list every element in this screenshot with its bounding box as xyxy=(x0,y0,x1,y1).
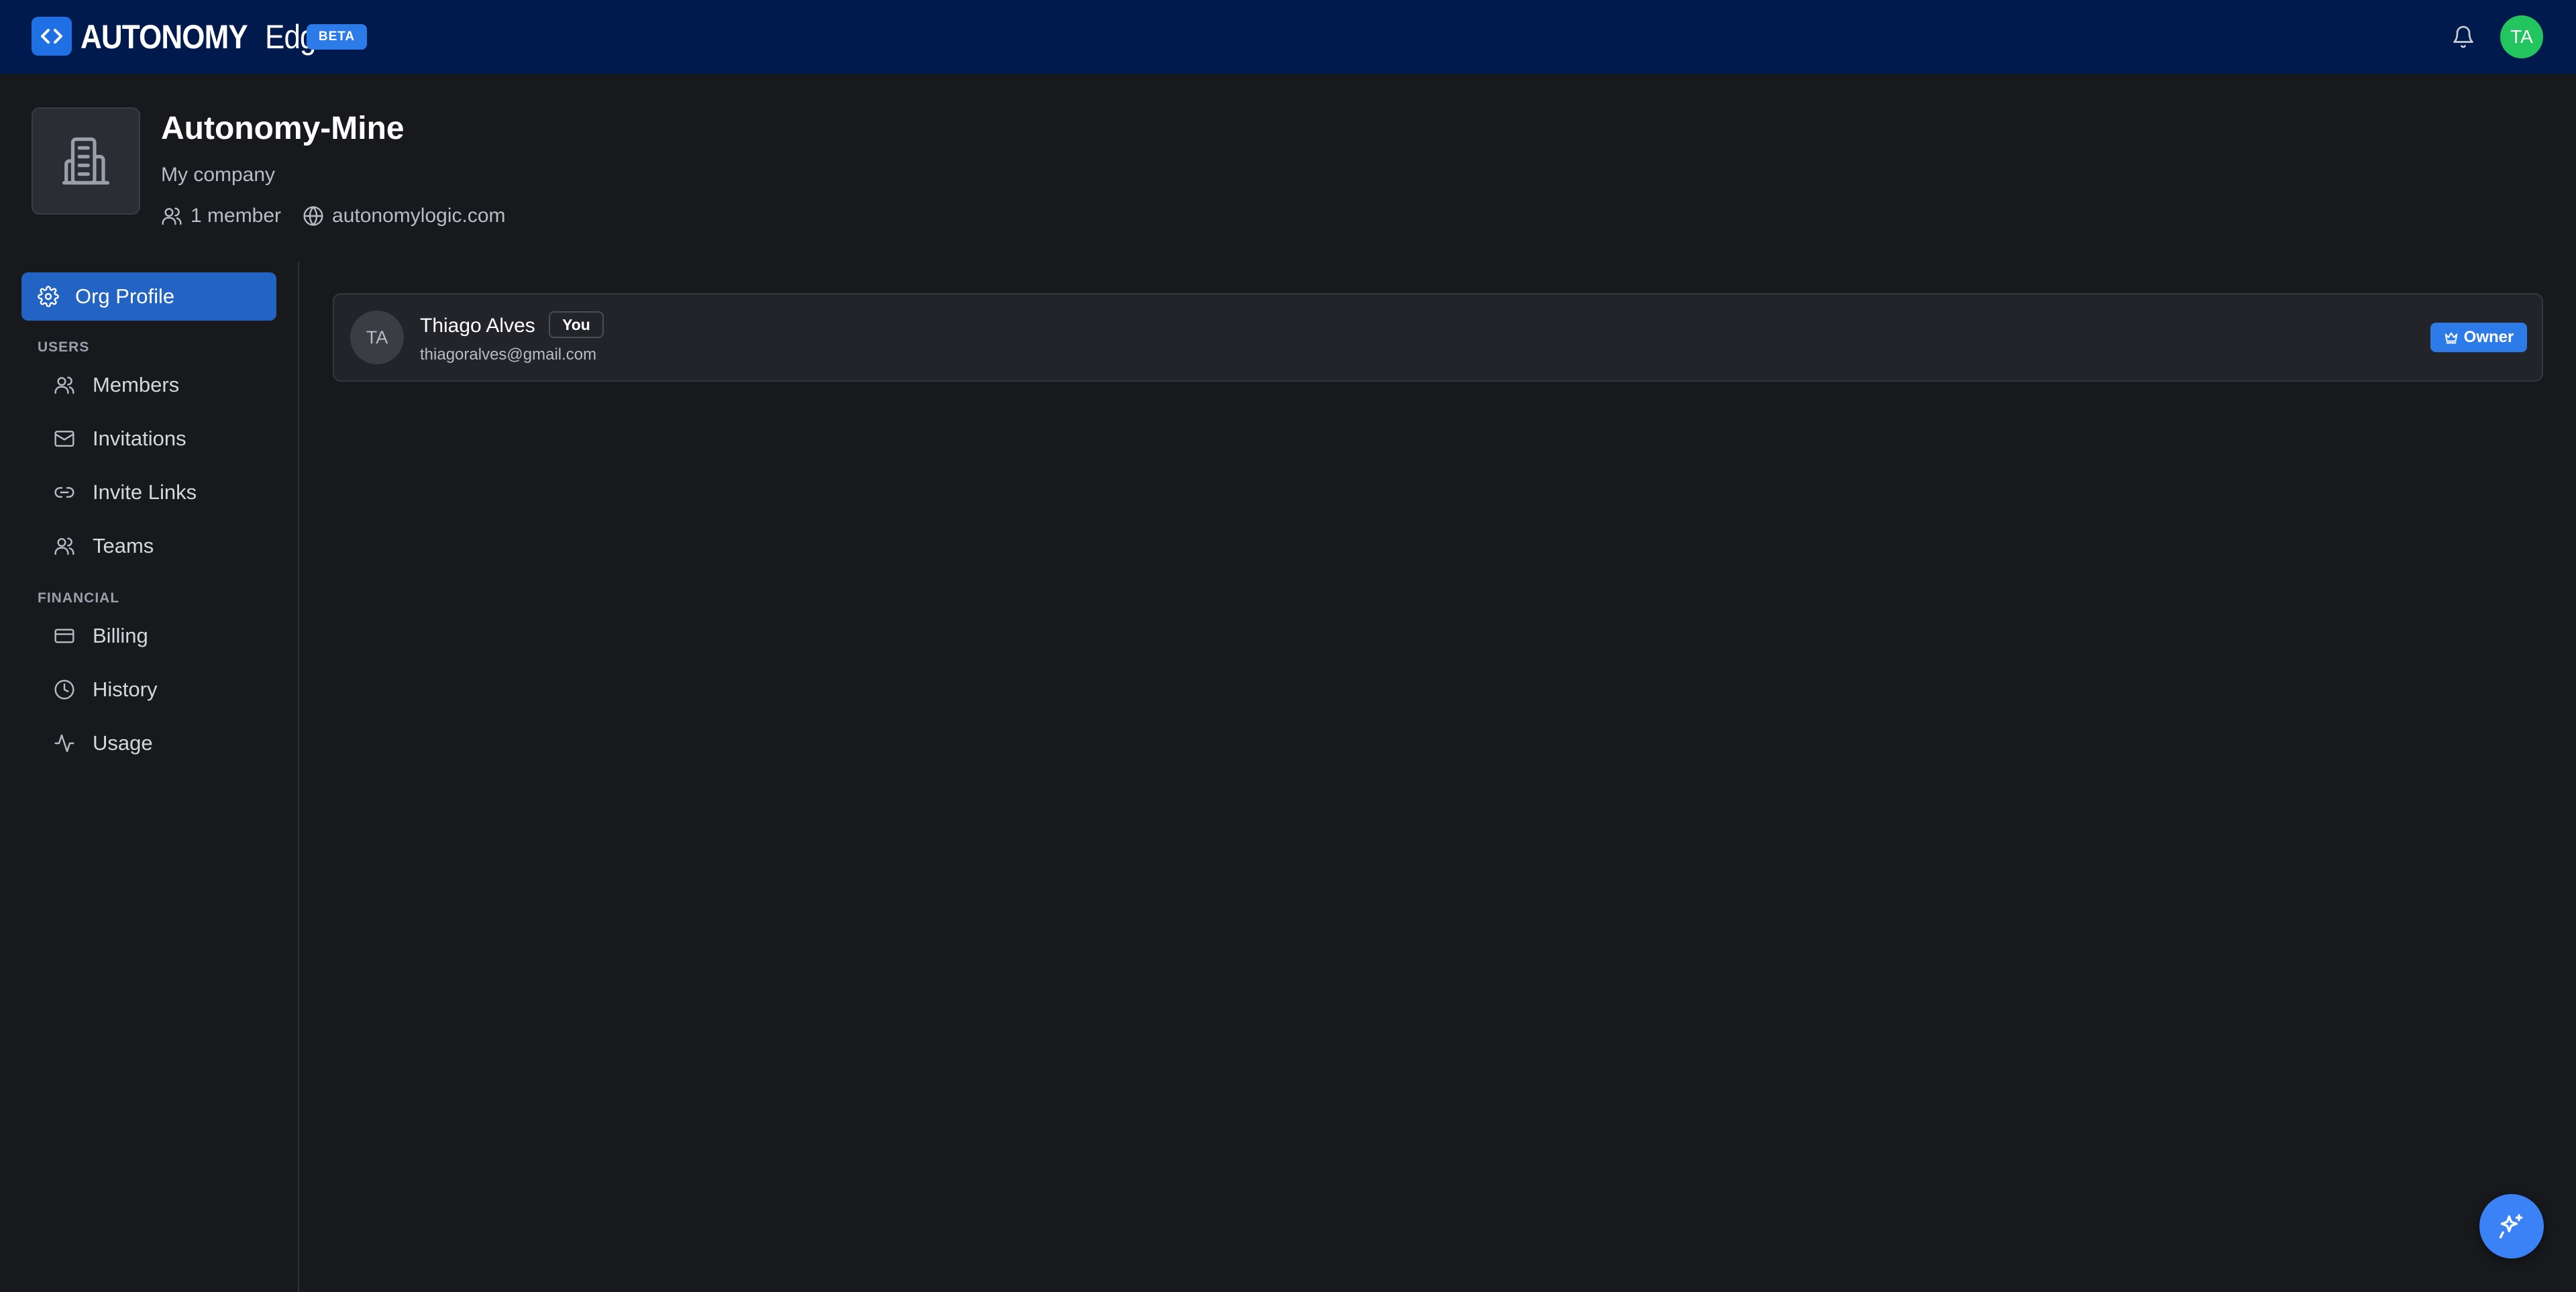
org-name: Autonomy-Mine xyxy=(161,111,405,146)
member-count: 1 member xyxy=(161,205,281,227)
sidebar-item-teams[interactable]: Teams xyxy=(54,527,282,565)
role-label: Owner xyxy=(2463,328,2514,346)
member-email: thiagoralves@gmail.com xyxy=(420,345,597,364)
section-label-users: USERS xyxy=(38,339,90,355)
settings-sidebar: Org Profile USERS Members Invitations In… xyxy=(0,262,299,1292)
sidebar-item-label: Org Profile xyxy=(75,284,175,308)
building-icon xyxy=(62,137,110,185)
beta-badge: BETA xyxy=(307,24,367,50)
credit-card-icon xyxy=(54,629,74,643)
clock-icon xyxy=(54,680,74,700)
top-bar: AUTONOMY Edge BETA TA xyxy=(0,0,2576,74)
sidebar-item-label: Billing xyxy=(93,624,148,647)
sidebar-item-members[interactable]: Members xyxy=(54,366,282,404)
org-logo xyxy=(32,107,140,215)
sidebar-item-label: Teams xyxy=(93,534,154,557)
activity-icon xyxy=(54,734,74,753)
sidebar-item-history[interactable]: History xyxy=(54,671,282,708)
brand-name: AUTONOMY xyxy=(80,18,248,56)
sidebar-item-invite-links[interactable]: Invite Links xyxy=(54,474,282,511)
sidebar-item-org-profile[interactable]: Org Profile xyxy=(21,272,276,321)
member-name: Thiago Alves xyxy=(420,315,535,337)
sidebar-item-label: Members xyxy=(93,373,180,396)
link-icon xyxy=(54,487,74,498)
member-count-label: 1 member xyxy=(191,205,282,227)
mail-icon xyxy=(54,431,74,447)
sparkles-icon xyxy=(2499,1214,2523,1239)
crown-icon xyxy=(2445,332,2457,344)
sidebar-item-label: Usage xyxy=(93,731,153,755)
sidebar-item-invitations[interactable]: Invitations xyxy=(54,420,282,457)
users-icon xyxy=(54,537,74,555)
member-row[interactable]: TA Thiago Alves You thiagoralves@gmail.c… xyxy=(333,293,2543,382)
org-description: My company xyxy=(161,164,276,186)
org-website[interactable]: autonomylogic.com xyxy=(303,205,506,227)
user-avatar[interactable]: TA xyxy=(2500,15,2543,58)
sidebar-item-label: Invitations xyxy=(93,427,186,450)
org-meta: 1 member autonomylogic.com xyxy=(161,203,506,229)
app-brand[interactable]: AUTONOMY Edge xyxy=(80,16,341,58)
sidebar-item-label: History xyxy=(93,678,158,701)
sidebar-item-billing[interactable]: Billing xyxy=(54,617,282,655)
member-avatar: TA xyxy=(350,311,404,364)
sidebar-item-label: Invite Links xyxy=(93,480,197,504)
notifications-bell-icon[interactable] xyxy=(2449,22,2478,52)
org-website-label: autonomylogic.com xyxy=(332,205,506,227)
gear-icon xyxy=(38,286,59,307)
app-logo-icon[interactable] xyxy=(32,17,72,56)
ai-assistant-button[interactable] xyxy=(2479,1194,2544,1258)
sidebar-item-usage[interactable]: Usage xyxy=(54,724,282,762)
globe-icon xyxy=(303,206,323,226)
users-icon xyxy=(54,376,74,394)
role-badge: Owner xyxy=(2430,323,2527,352)
you-badge: You xyxy=(549,311,604,338)
section-label-financial: FINANCIAL xyxy=(38,590,120,606)
users-icon xyxy=(162,207,182,225)
